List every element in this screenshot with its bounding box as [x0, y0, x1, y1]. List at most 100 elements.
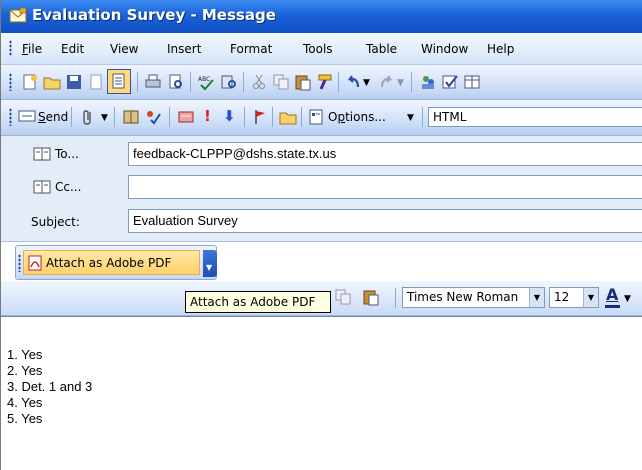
- separator: [338, 72, 339, 92]
- separator: [395, 288, 396, 308]
- body-line: 2. Yes: [7, 363, 43, 378]
- message-header: To... feedback-CLPPP@dshs.state.tx.us Cc…: [1, 136, 642, 242]
- separator: [71, 107, 72, 127]
- options-dropdown-icon[interactable]: ▼: [407, 113, 414, 123]
- new-icon[interactable]: [21, 73, 39, 91]
- cc-button[interactable]: Cc...: [30, 173, 124, 199]
- attach-file-icon: [112, 73, 125, 89]
- chevron-down-icon[interactable]: ▼: [624, 294, 631, 304]
- font-size-select[interactable]: 12 ▼: [549, 287, 599, 308]
- toolbar-options-chevron[interactable]: ▼: [203, 250, 217, 277]
- menu-grip[interactable]: [9, 40, 12, 56]
- options-icon: [309, 109, 323, 125]
- separator: [114, 107, 115, 127]
- cc-label: Cc...: [55, 180, 82, 194]
- check-names-icon[interactable]: [144, 108, 162, 126]
- message-body[interactable]: 1. Yes 2. Yes 3. Det. 1 and 3 4. Yes 5. …: [1, 316, 642, 470]
- redo-dropdown-icon[interactable]: ▼: [397, 78, 404, 88]
- separator: [169, 107, 170, 127]
- pdf-icon: [28, 255, 42, 271]
- paperclip-icon[interactable]: [79, 108, 97, 126]
- importance-low-icon[interactable]: ⬇: [223, 107, 236, 125]
- tooltip: Attach as Adobe PDF: [185, 291, 331, 313]
- separator: [190, 72, 191, 92]
- separator: [243, 72, 244, 92]
- importance-high-icon[interactable]: !: [204, 107, 211, 125]
- toolbar-grip[interactable]: [9, 73, 12, 91]
- folder-icon[interactable]: [279, 108, 297, 126]
- address-book-icon[interactable]: [122, 108, 140, 126]
- chevron-down-icon[interactable]: ▼: [529, 288, 544, 307]
- spelling-icon[interactable]: ABC: [197, 73, 215, 91]
- paste-icon[interactable]: [362, 288, 380, 306]
- check-names-icon[interactable]: [441, 73, 459, 91]
- cc-field[interactable]: [128, 175, 642, 199]
- menu-window[interactable]: Window: [421, 42, 468, 56]
- paste-icon[interactable]: [294, 73, 312, 91]
- menu-table[interactable]: Table: [366, 42, 397, 56]
- copy-icon[interactable]: [334, 288, 352, 306]
- to-field[interactable]: feedback-CLPPP@dshs.state.tx.us: [128, 142, 642, 166]
- copy-icon[interactable]: [272, 73, 290, 91]
- redo-icon[interactable]: [378, 73, 396, 91]
- toolbar-grip[interactable]: [9, 108, 12, 126]
- send-icon: [18, 110, 36, 122]
- separator: [422, 107, 423, 127]
- separator: [137, 72, 138, 92]
- insert-file-icon[interactable]: [177, 108, 195, 126]
- separator: [411, 72, 412, 92]
- menu-edit[interactable]: Edit: [61, 42, 84, 56]
- attach-dropdown-icon[interactable]: ▼: [101, 113, 108, 123]
- to-label: To...: [55, 147, 79, 161]
- chevron-down-icon[interactable]: ▼: [583, 288, 598, 307]
- menu-tools[interactable]: Tools: [303, 42, 333, 56]
- permission-icon[interactable]: [87, 73, 105, 91]
- window-title: Evaluation Survey - Message: [32, 6, 276, 24]
- send-button[interactable]: Send: [38, 110, 68, 124]
- title-bar: Evaluation Survey - Message: [1, 0, 642, 33]
- separator: [244, 107, 245, 127]
- attach-button-active[interactable]: [107, 69, 131, 94]
- message-format-value: HTML: [433, 110, 467, 124]
- font-name-select[interactable]: Times New Roman ▼: [402, 287, 545, 308]
- research-icon[interactable]: [220, 73, 238, 91]
- address-book-icon: [33, 147, 51, 161]
- undo-icon[interactable]: [344, 73, 362, 91]
- body-line: 4. Yes: [7, 395, 43, 410]
- menu-view[interactable]: View: [110, 42, 138, 56]
- subject-field[interactable]: Evaluation Survey: [128, 209, 642, 233]
- format-painter-icon[interactable]: [316, 73, 334, 91]
- menu-format[interactable]: Format: [230, 42, 272, 56]
- menu-insert[interactable]: Insert: [167, 42, 201, 56]
- menu-file[interactable]: File: [22, 42, 42, 56]
- menu-bar: File Edit View Insert Format Tools Table…: [1, 33, 642, 65]
- separator: [301, 107, 302, 127]
- save-icon[interactable]: [65, 73, 83, 91]
- flag-icon[interactable]: [251, 108, 269, 126]
- standard-toolbar: ABC ▼ ▼: [1, 65, 642, 100]
- font-color-icon: A: [606, 285, 619, 304]
- options-button[interactable]: Options...: [328, 110, 386, 124]
- toolbar-grip[interactable]: [18, 254, 21, 272]
- print-preview-icon[interactable]: [167, 73, 185, 91]
- message-window: Evaluation Survey - Message File Edit Vi…: [0, 0, 642, 470]
- cut-icon[interactable]: [250, 73, 268, 91]
- adobe-pdf-toolbar: Attach as Adobe PDF ▼: [15, 245, 217, 280]
- subject-label: Subject:: [31, 215, 80, 229]
- open-folder-icon[interactable]: [43, 73, 61, 91]
- font-color-button[interactable]: A ▼: [605, 285, 631, 309]
- message-format-select[interactable]: HTML: [428, 107, 642, 127]
- separator: [272, 107, 273, 127]
- body-line: 1. Yes: [7, 347, 43, 362]
- svg-text:ABC: ABC: [198, 76, 210, 83]
- address-book-icon[interactable]: [419, 73, 437, 91]
- undo-dropdown-icon[interactable]: ▼: [363, 78, 370, 88]
- font-color-swatch: [605, 305, 620, 308]
- message-toolbar: Send ▼ ! ⬇ Options... ▼ HTML: [1, 100, 642, 136]
- to-button[interactable]: To...: [30, 140, 124, 166]
- table-icon[interactable]: [463, 73, 481, 91]
- print-icon[interactable]: [144, 73, 162, 91]
- address-book-icon: [33, 180, 51, 194]
- menu-help[interactable]: Help: [487, 42, 514, 56]
- attach-as-adobe-pdf-button[interactable]: Attach as Adobe PDF: [23, 250, 200, 275]
